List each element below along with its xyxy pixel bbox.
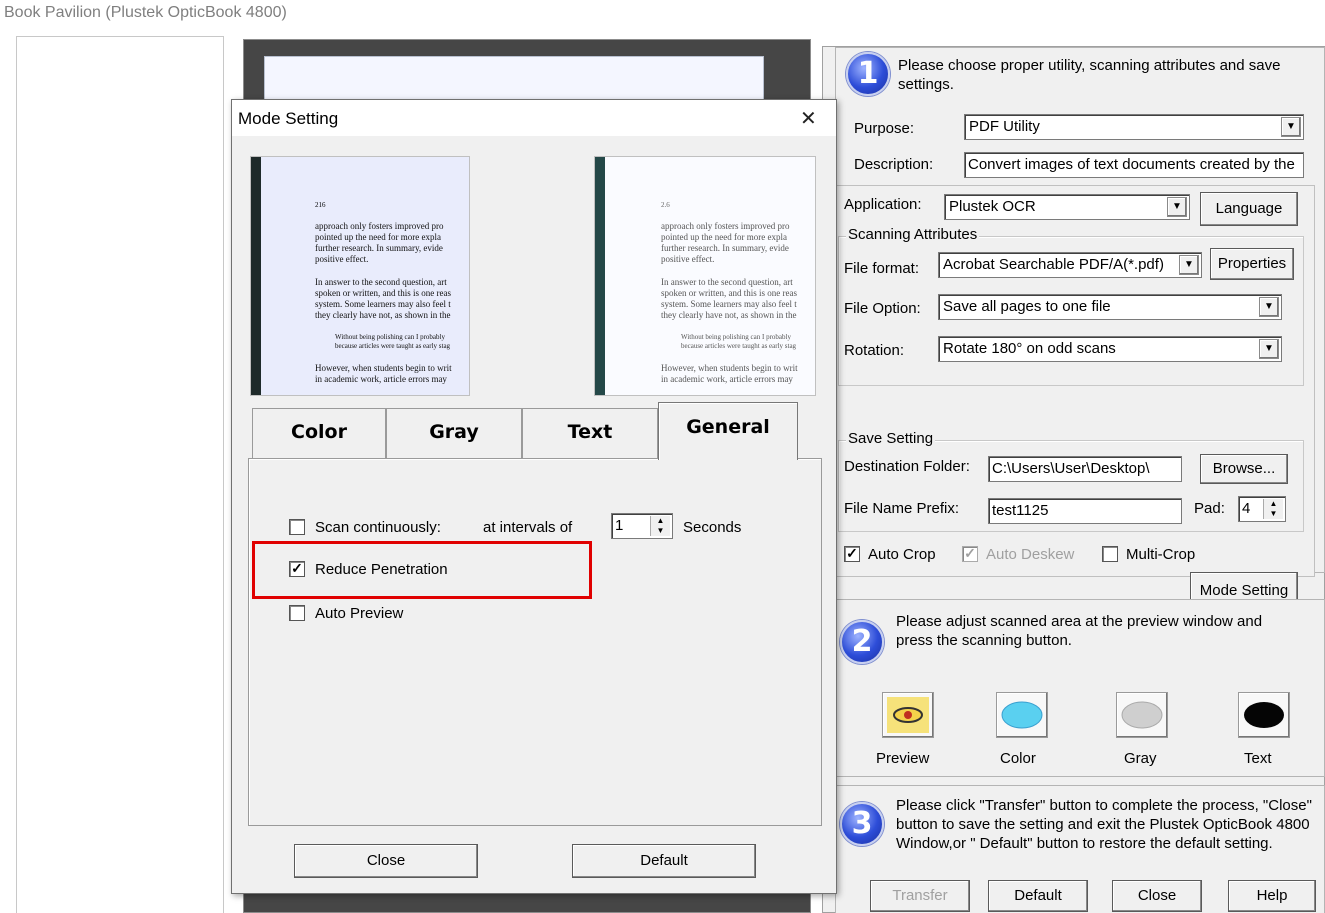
save-setting-label: Save Setting	[846, 430, 936, 447]
auto-crop-checkbox[interactable]: ✓	[844, 546, 860, 562]
auto-crop-label: Auto Crop	[868, 546, 936, 563]
file-option-label: File Option:	[844, 300, 921, 317]
step2-instructions: Please adjust scanned area at the previe…	[896, 613, 1263, 649]
highlight-box	[252, 541, 592, 599]
application-dropdown[interactable]: Plustek OCR ▼	[944, 194, 1190, 220]
thumb-text-lines: approach only fosters improved pro point…	[661, 221, 798, 384]
thumb-page-number: 2.6	[661, 201, 670, 209]
scan-continuously-checkbox[interactable]	[289, 519, 305, 535]
auto-preview-label: Auto Preview	[315, 605, 404, 622]
dialog-title-bar: Mode Setting ✕	[232, 100, 836, 136]
preview-scan-button[interactable]	[882, 692, 934, 738]
spin-arrows-icon[interactable]: ▲ ▼	[650, 516, 670, 536]
pad-label: Pad:	[1194, 500, 1225, 517]
multi-crop-checkbox[interactable]	[1102, 546, 1118, 562]
eye-icon	[887, 697, 929, 733]
default-button[interactable]: Default	[988, 880, 1088, 912]
properties-button[interactable]: Properties	[1210, 248, 1294, 280]
description-label: Description:	[854, 156, 934, 173]
destination-folder-label: Destination Folder:	[844, 458, 970, 475]
description-field[interactable]: Convert images of text documents created…	[964, 152, 1304, 178]
file-name-prefix-label: File Name Prefix:	[844, 500, 960, 517]
black-disc-icon	[1244, 702, 1284, 728]
file-name-prefix-field[interactable]: test1125	[988, 498, 1182, 524]
text-scan-label: Text	[1244, 750, 1272, 767]
spin-arrows-icon[interactable]: ▲ ▼	[1263, 499, 1283, 519]
scanning-attributes-label: Scanning Attributes	[846, 226, 980, 243]
intervals-label: at intervals of	[483, 519, 573, 536]
mode-setting-dialog: Mode Setting ✕ 216 approach only fosters…	[231, 99, 837, 894]
page-edge-bar	[251, 157, 261, 395]
close-button[interactable]: Close	[1112, 880, 1202, 912]
step3-number-icon: 3	[840, 802, 884, 846]
settings-panel: 1 Please choose proper utility, scanning…	[822, 46, 1325, 913]
tab-color[interactable]: Color	[252, 408, 386, 460]
window-title: Book Pavilion (Plustek OpticBook 4800)	[4, 4, 287, 21]
multi-crop-label: Multi-Crop	[1126, 546, 1196, 563]
language-button[interactable]: Language	[1200, 192, 1298, 226]
rotation-dropdown[interactable]: Rotate 180° on odd scans ▼	[938, 336, 1282, 362]
original-thumbnail: 216 approach only fosters improved pro p…	[250, 156, 470, 396]
dialog-close-button[interactable]: Close	[294, 844, 478, 878]
auto-deskew-label: Auto Deskew	[986, 546, 1075, 563]
tab-text[interactable]: Text	[522, 408, 658, 460]
rotation-label: Rotation:	[844, 342, 905, 359]
close-icon[interactable]: ✕	[800, 106, 817, 131]
chevron-down-icon[interactable]: ▼	[1259, 297, 1279, 317]
seconds-label: Seconds	[683, 519, 742, 536]
thumbnail-panel[interactable]	[16, 36, 224, 913]
dialog-default-button[interactable]: Default	[572, 844, 756, 878]
interval-stepper[interactable]: 1 ▲ ▼	[611, 513, 673, 539]
gray-scan-button[interactable]	[1116, 692, 1168, 738]
gray-scan-label: Gray	[1124, 750, 1157, 767]
text-scan-button[interactable]	[1238, 692, 1290, 738]
color-scan-button[interactable]	[996, 692, 1048, 738]
destination-folder-field[interactable]: C:\Users\User\Desktop\	[988, 456, 1182, 482]
gray-disc-icon	[1121, 701, 1163, 729]
step3-section: 3 Please click "Transfer" button to comp…	[835, 785, 1325, 913]
thumb-page-number: 216	[315, 201, 326, 209]
chevron-down-icon[interactable]: ▼	[1167, 197, 1187, 217]
auto-deskew-checkbox: ✓	[962, 546, 978, 562]
chevron-down-icon[interactable]: ▼	[1179, 255, 1199, 275]
step2-section: 2 Please adjust scanned area at the prev…	[835, 599, 1325, 777]
utility-settings-box: Application: Plustek OCR ▼ Language Scan…	[835, 185, 1315, 610]
transfer-button[interactable]: Transfer	[870, 880, 970, 912]
color-disc-icon	[1001, 701, 1043, 729]
pad-stepper[interactable]: 4 ▲ ▼	[1238, 496, 1286, 522]
help-button[interactable]: Help	[1228, 880, 1316, 912]
processed-thumbnail: 2.6 approach only fosters improved pro p…	[594, 156, 816, 396]
thumb-text-lines: approach only fosters improved pro point…	[315, 221, 452, 384]
file-format-dropdown[interactable]: Acrobat Searchable PDF/A(*.pdf) ▼	[938, 252, 1202, 278]
application-label: Application:	[844, 196, 922, 213]
page-edge-bar	[595, 157, 605, 395]
auto-preview-checkbox[interactable]	[289, 605, 305, 621]
tab-gray[interactable]: Gray	[386, 408, 522, 460]
step3-instructions: Please click "Transfer" button to comple…	[896, 797, 1312, 852]
chevron-down-icon[interactable]: ▼	[1259, 339, 1279, 359]
file-option-dropdown[interactable]: Save all pages to one file ▼	[938, 294, 1282, 320]
step1-instructions: Please choose proper utility, scanning a…	[898, 57, 1281, 93]
scan-continuously-label: Scan continuously:	[315, 519, 441, 536]
preview-scan-label: Preview	[876, 750, 930, 767]
color-scan-label: Color	[1000, 750, 1036, 767]
chevron-down-icon[interactable]: ▼	[1281, 117, 1301, 137]
step2-number-icon: 2	[840, 620, 884, 664]
tab-general[interactable]: General	[658, 402, 798, 460]
step1-number-icon: 1	[846, 52, 890, 96]
purpose-dropdown[interactable]: PDF Utility ▼	[964, 114, 1304, 140]
browse-button[interactable]: Browse...	[1200, 454, 1288, 484]
purpose-label: Purpose:	[854, 120, 915, 137]
general-tab-panel: Scan continuously: at intervals of 1 ▲ ▼ …	[248, 458, 822, 826]
dialog-title: Mode Setting	[238, 109, 339, 128]
file-format-label: File format:	[844, 260, 920, 277]
